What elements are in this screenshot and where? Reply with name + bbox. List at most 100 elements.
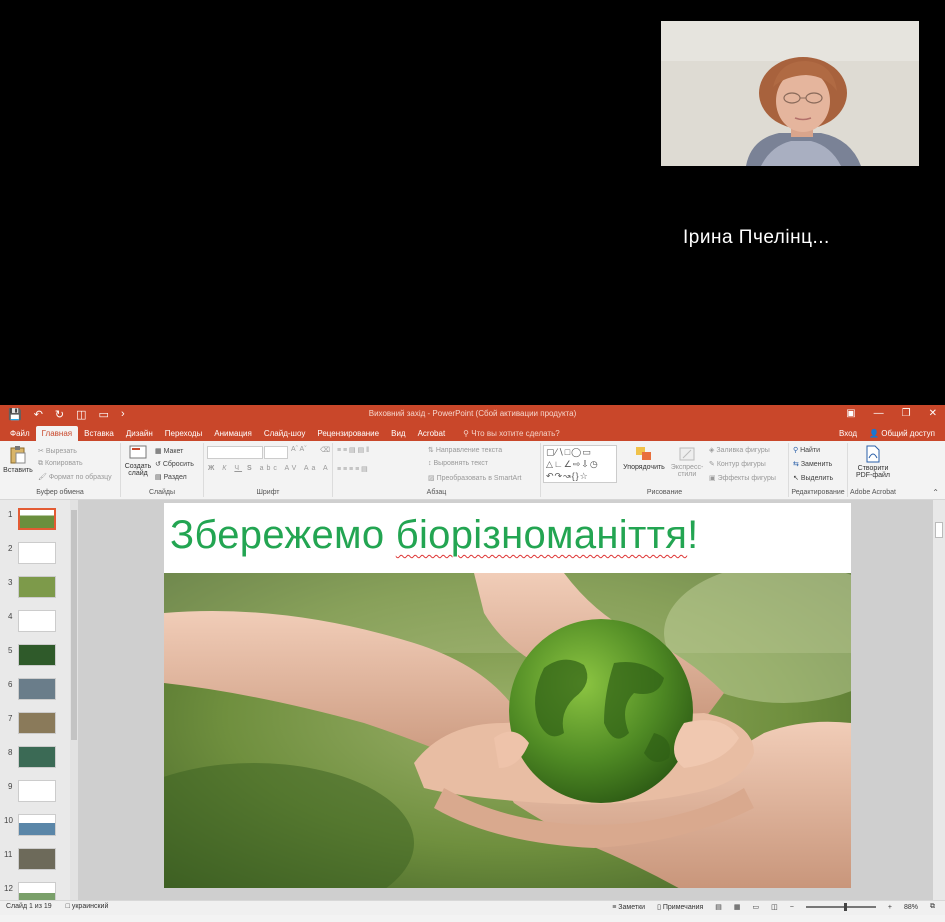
minimize-icon[interactable]: — [874, 408, 884, 419]
thumbnail-slide-3[interactable]: 3 [0, 574, 70, 600]
hands-globe-image[interactable] [164, 573, 851, 888]
select-button[interactable]: ↖ Выделить [793, 474, 833, 482]
language-label: украинский [71, 903, 109, 910]
thumbnail-slide-4[interactable]: 4 [0, 608, 70, 634]
tab-view[interactable]: Вид [385, 429, 411, 441]
replace-button[interactable]: ⇆ Заменить [793, 460, 832, 468]
tab-review[interactable]: Рецензирование [311, 429, 385, 441]
zoom-slider[interactable] [805, 903, 876, 911]
arrange-button[interactable]: Упорядочить [621, 446, 667, 471]
thumbnail-slide-6[interactable]: 6 [0, 676, 70, 702]
grow-font-icon[interactable]: Aˆ Aˇ [291, 446, 307, 453]
cut-button[interactable]: ✂ Вырезать [38, 447, 77, 455]
quick-styles-icon [679, 447, 695, 461]
editor-scrollbar[interactable] [933, 500, 945, 900]
language-indicator[interactable]: □ украинский [66, 903, 109, 910]
normal-view-icon[interactable]: ▤ [715, 903, 722, 911]
thumbnail-slide-1[interactable]: 1 [0, 506, 70, 532]
create-pdf-label: Створити PDF-файл [856, 465, 890, 479]
slide-title-part2: біорізноманіття [395, 513, 688, 557]
thumbnail-slide-8[interactable]: 8 [0, 744, 70, 770]
thumbnail-slide-9[interactable]: 9 [0, 778, 70, 804]
title-bar: 💾 ↶ ↻ ◫ ▭ › Виховний захід - PowerPoint … [0, 405, 945, 425]
section-label: Раздел [163, 474, 187, 481]
copy-button[interactable]: ⧉ Копировать [38, 460, 83, 468]
editing-label: Редактирование [791, 489, 845, 496]
thumbnail-number: 5 [8, 646, 13, 655]
align-text-label: Выровнять текст [433, 460, 488, 467]
new-slide-button[interactable]: Создать слайд [123, 445, 153, 477]
strike-button[interactable]: S [247, 465, 255, 472]
italic-button[interactable]: К [222, 465, 229, 472]
quick-styles-button[interactable]: Экспресс-стили [669, 446, 705, 478]
font-name-input[interactable] [207, 446, 263, 459]
thumbnail-number: 8 [8, 748, 13, 757]
fit-slide-icon[interactable]: ⧉ [930, 903, 935, 911]
maximize-icon[interactable]: ❐ [902, 408, 911, 419]
layout-button[interactable]: ▦ Макет [155, 447, 183, 455]
slide-thumbnails-pane[interactable]: 1 2 3 4 5 6 7 8 9 10 11 12 [0, 500, 70, 904]
shape-effects-label: Эффекты фигуры [717, 475, 776, 482]
share-button[interactable]: 👤 Общий доступ [869, 429, 935, 438]
slide-title[interactable]: Збережемо біорізноманіття! [170, 513, 699, 558]
tell-me-search[interactable]: ⚲ Что вы хотите сделать? [457, 429, 566, 441]
ribbon-tabs: Файл Главная Вставка Дизайн Переходы Ани… [0, 425, 945, 441]
paste-button[interactable]: Вставить [2, 445, 34, 474]
window-controls: ▣ — ❐ ✕ [846, 408, 937, 419]
notes-button[interactable]: ≡ Заметки [612, 904, 645, 911]
smartart-button[interactable]: ▨ Преобразовать в SmartArt [428, 474, 521, 482]
thumbnail-slide-5[interactable]: 5 [0, 642, 70, 668]
zoom-in-icon[interactable]: + [888, 904, 892, 911]
create-pdf-button[interactable]: Створити PDF-файл [850, 445, 896, 479]
tab-animations[interactable]: Анимация [208, 429, 258, 441]
text-direction-button[interactable]: ⇅ Направление текста [428, 446, 502, 454]
ribbon-display-icon[interactable]: ▣ [846, 408, 855, 419]
editor-scroll-thumb[interactable] [935, 522, 943, 538]
thumbnails-scrollbar[interactable] [70, 500, 78, 900]
shape-outline-button[interactable]: ✎ Контур фигуры [709, 460, 766, 468]
reading-view-icon[interactable]: ▭ [753, 903, 760, 911]
thumbnail-number: 4 [8, 612, 13, 621]
tab-design[interactable]: Дизайн [120, 429, 159, 441]
shapes-gallery[interactable]: ▢⁄∖□◯▭ △∟∠⇨⇩◷ ↶↷↝{}☆ [543, 445, 617, 483]
tab-transitions[interactable]: Переходы [159, 429, 209, 441]
zoom-level[interactable]: 88% [904, 904, 918, 911]
select-icon: ↖ [793, 475, 799, 482]
thumbnail-slide-10[interactable]: 10 [0, 812, 70, 838]
format-painter-button[interactable]: 🖌 Формат по образцу [38, 473, 112, 481]
zoom-out-icon[interactable]: − [790, 904, 794, 911]
align-buttons[interactable]: ≡ ≡ ≡ ≡ ▤ [337, 465, 368, 473]
close-icon[interactable]: ✕ [929, 408, 937, 419]
font-style-buttons[interactable]: Ж К Ч S abc AV Aa A [208, 465, 331, 472]
tab-insert[interactable]: Вставка [78, 429, 120, 441]
shape-fill-button[interactable]: ◈ Заливка фигуры [709, 446, 770, 454]
thumbnail-slide-11[interactable]: 11 [0, 846, 70, 872]
bold-button[interactable]: Ж [208, 465, 217, 472]
signin-link[interactable]: Вход [839, 429, 857, 438]
find-button[interactable]: ⚲ Найти [793, 446, 820, 454]
list-buttons[interactable]: ≡ ≡ ▤ ▤ ‖ [337, 446, 369, 454]
section-button[interactable]: ▤ Раздел [155, 473, 187, 481]
reset-button[interactable]: ↺ Сбросить [155, 460, 194, 468]
font-size-input[interactable] [264, 446, 288, 459]
tab-acrobat[interactable]: Acrobat [412, 429, 452, 441]
slideshow-view-icon[interactable]: ◫ [771, 903, 778, 911]
acrobat-label: Adobe Acrobat [850, 489, 896, 496]
participant-video[interactable] [661, 21, 919, 166]
arrange-label: Упорядочить [623, 464, 665, 471]
shape-effects-button[interactable]: ▣ Эффекты фигуры [709, 474, 776, 482]
thumbnails-scroll-thumb[interactable] [71, 510, 77, 740]
tab-slideshow[interactable]: Слайд-шоу [258, 429, 311, 441]
current-slide[interactable]: Збережемо біорізноманіття! [164, 503, 851, 888]
thumbnail-number: 12 [4, 884, 13, 893]
tab-home[interactable]: Главная [35, 426, 79, 441]
align-text-button[interactable]: ↕ Выровнять текст [428, 460, 488, 467]
clear-format-icon[interactable]: ⌫ [320, 446, 330, 454]
underline-button[interactable]: Ч [234, 465, 242, 472]
thumbnail-slide-2[interactable]: 2 [0, 540, 70, 566]
thumbnail-slide-7[interactable]: 7 [0, 710, 70, 736]
sorter-view-icon[interactable]: ▦ [734, 903, 741, 911]
tab-file[interactable]: Файл [4, 429, 36, 441]
collapse-ribbon-icon[interactable]: ⌃ [932, 488, 939, 497]
comments-button[interactable]: ▯ Примечания [657, 903, 703, 911]
